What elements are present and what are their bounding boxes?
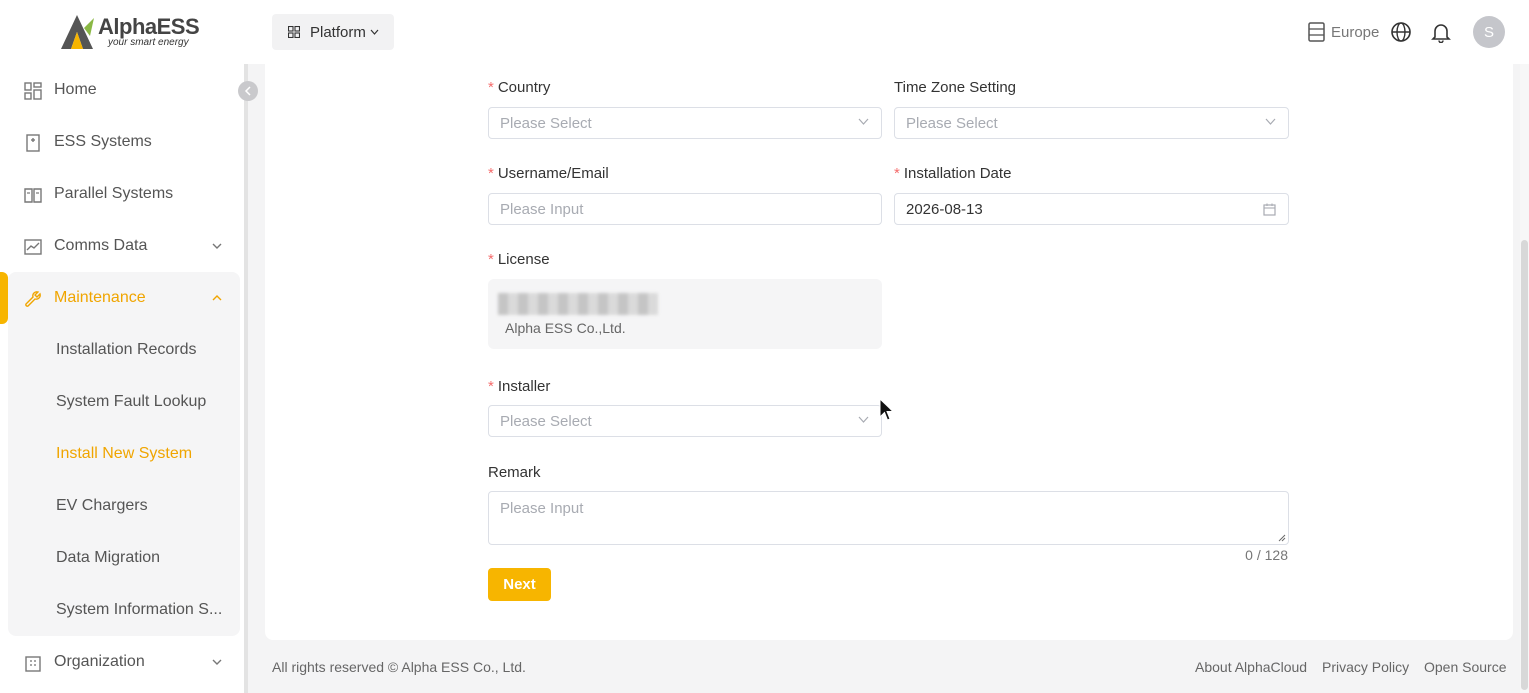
chevron-down-icon bbox=[370, 29, 379, 35]
sidebar-item-label: Organization bbox=[54, 653, 145, 670]
avatar[interactable]: S bbox=[1473, 16, 1505, 48]
sidebar-item-organization[interactable]: Organization bbox=[0, 636, 240, 688]
resize-handle-icon[interactable] bbox=[1278, 534, 1286, 542]
building-icon bbox=[25, 656, 41, 672]
footer-link-privacy[interactable]: Privacy Policy bbox=[1322, 659, 1409, 675]
country-label: * Country bbox=[488, 79, 550, 96]
wrench-icon bbox=[25, 291, 41, 307]
timezone-placeholder: Please Select bbox=[906, 115, 998, 132]
brand-tagline: your smart energy bbox=[108, 37, 189, 48]
required-mark: * bbox=[488, 251, 494, 268]
platform-label: Platform bbox=[310, 23, 366, 41]
installer-label-text: Installer bbox=[497, 378, 551, 395]
sidebar-scrollbar[interactable] bbox=[244, 64, 248, 693]
sidebar-item-parallel-systems[interactable]: Parallel Systems bbox=[0, 168, 240, 220]
footer-link-open-source[interactable]: Open Source bbox=[1424, 659, 1507, 675]
region-label: Europe bbox=[1331, 23, 1380, 41]
submenu-item-label: Installation Records bbox=[56, 341, 197, 358]
username-label: * Username/Email bbox=[488, 165, 609, 182]
required-mark: * bbox=[488, 165, 494, 182]
remark-label: Remark bbox=[488, 464, 541, 481]
installer-label: * Installer bbox=[488, 378, 550, 395]
chevron-up-icon bbox=[212, 295, 222, 301]
globe-icon[interactable] bbox=[1390, 21, 1412, 43]
sidebar: AlphaESS your smart energy Home ESS Syst… bbox=[0, 0, 258, 693]
country-label-text: Country bbox=[497, 79, 551, 96]
required-mark: * bbox=[894, 165, 900, 182]
chevron-left-icon bbox=[244, 86, 251, 96]
chevron-down-icon bbox=[858, 416, 869, 423]
sidebar-item-label: Maintenance bbox=[54, 289, 146, 306]
scrollbar-thumb[interactable] bbox=[1521, 240, 1528, 690]
top-header: Platform Europe S bbox=[248, 0, 1529, 64]
footer-link-about[interactable]: About AlphaCloud bbox=[1195, 659, 1307, 675]
country-placeholder: Please Select bbox=[500, 115, 592, 132]
next-button[interactable]: Next bbox=[488, 568, 551, 601]
submenu-item-label: Install New System bbox=[56, 445, 193, 462]
logo-mark-icon bbox=[61, 15, 94, 49]
sidebar-item-maintenance[interactable]: Maintenance bbox=[0, 272, 240, 324]
license-card[interactable]: Alpha ESS Co.,Ltd. bbox=[488, 279, 882, 349]
sidebar-item-ess-systems[interactable]: ESS Systems bbox=[0, 116, 240, 168]
region-selector[interactable]: Europe bbox=[1308, 22, 1379, 42]
installer-select[interactable]: Please Select bbox=[488, 405, 882, 437]
installation-date-label-text: Installation Date bbox=[903, 165, 1012, 182]
server-icon bbox=[1308, 22, 1325, 42]
page-scrollbar[interactable] bbox=[1520, 64, 1529, 693]
remark-textarea[interactable]: Please Input bbox=[488, 491, 1289, 545]
sidebar-item-label: Home bbox=[54, 81, 97, 98]
submenu-item-ev-chargers[interactable]: EV Chargers bbox=[8, 480, 240, 532]
submenu-item-install-new-system[interactable]: Install New System bbox=[8, 428, 240, 480]
submenu-item-installation-records[interactable]: Installation Records bbox=[8, 324, 240, 376]
license-label: * License bbox=[488, 251, 550, 268]
submenu-item-label: System Information S... bbox=[56, 601, 223, 618]
battery-icon bbox=[26, 134, 40, 152]
submenu-item-label: EV Chargers bbox=[56, 497, 148, 514]
country-select[interactable]: Please Select bbox=[488, 107, 882, 139]
collapse-sidebar-button[interactable] bbox=[238, 81, 258, 101]
sidebar-item-label: ESS Systems bbox=[54, 133, 152, 150]
bell-icon[interactable] bbox=[1430, 21, 1452, 43]
mouse-cursor-icon bbox=[879, 398, 895, 421]
installation-date-picker[interactable]: 2026-08-13 bbox=[894, 193, 1289, 225]
remark-char-counter: 0 / 128 bbox=[1245, 547, 1288, 563]
chevron-down-icon bbox=[858, 118, 869, 125]
installation-date-value: 2026-08-13 bbox=[906, 201, 983, 218]
license-code-redacted bbox=[498, 293, 658, 315]
sidebar-item-label: Comms Data bbox=[54, 237, 148, 254]
installer-placeholder: Please Select bbox=[500, 413, 592, 430]
required-mark: * bbox=[488, 79, 494, 96]
chevron-down-icon bbox=[1265, 118, 1276, 125]
dashboard-grid-icon bbox=[24, 82, 42, 100]
footer-copyright: All rights reserved © Alpha ESS Co., Ltd… bbox=[272, 659, 526, 675]
timezone-label: Time Zone Setting bbox=[894, 79, 1016, 96]
username-placeholder: Please Input bbox=[500, 201, 584, 218]
chart-icon bbox=[24, 239, 42, 255]
username-label-text: Username/Email bbox=[497, 165, 609, 182]
platform-dropdown[interactable]: Platform bbox=[272, 14, 394, 50]
book-icon bbox=[24, 188, 42, 203]
remark-placeholder: Please Input bbox=[500, 500, 584, 517]
sidebar-item-label: Parallel Systems bbox=[54, 185, 174, 202]
sidebar-item-comms-data[interactable]: Comms Data bbox=[0, 220, 240, 272]
submenu-item-label: Data Migration bbox=[56, 549, 161, 566]
installation-date-label: * Installation Date bbox=[894, 165, 1011, 182]
license-company: Alpha ESS Co.,Ltd. bbox=[505, 320, 626, 336]
required-mark: * bbox=[488, 378, 494, 395]
submenu-item-system-fault-lookup[interactable]: System Fault Lookup bbox=[8, 376, 240, 428]
license-label-text: License bbox=[497, 251, 550, 268]
chevron-down-icon bbox=[212, 243, 222, 249]
username-email-input[interactable]: Please Input bbox=[488, 193, 882, 225]
submenu-item-system-information[interactable]: System Information S... bbox=[8, 584, 240, 636]
calendar-icon bbox=[1263, 203, 1276, 216]
chevron-down-icon bbox=[212, 659, 222, 665]
sidebar-item-home[interactable]: Home bbox=[0, 64, 240, 116]
grid-icon bbox=[288, 26, 300, 38]
submenu-item-data-migration[interactable]: Data Migration bbox=[8, 532, 240, 584]
main-content-card bbox=[265, 64, 1513, 640]
alphaess-logo[interactable]: AlphaESS your smart energy bbox=[58, 12, 200, 52]
submenu-item-label: System Fault Lookup bbox=[56, 393, 207, 410]
timezone-select[interactable]: Please Select bbox=[894, 107, 1289, 139]
